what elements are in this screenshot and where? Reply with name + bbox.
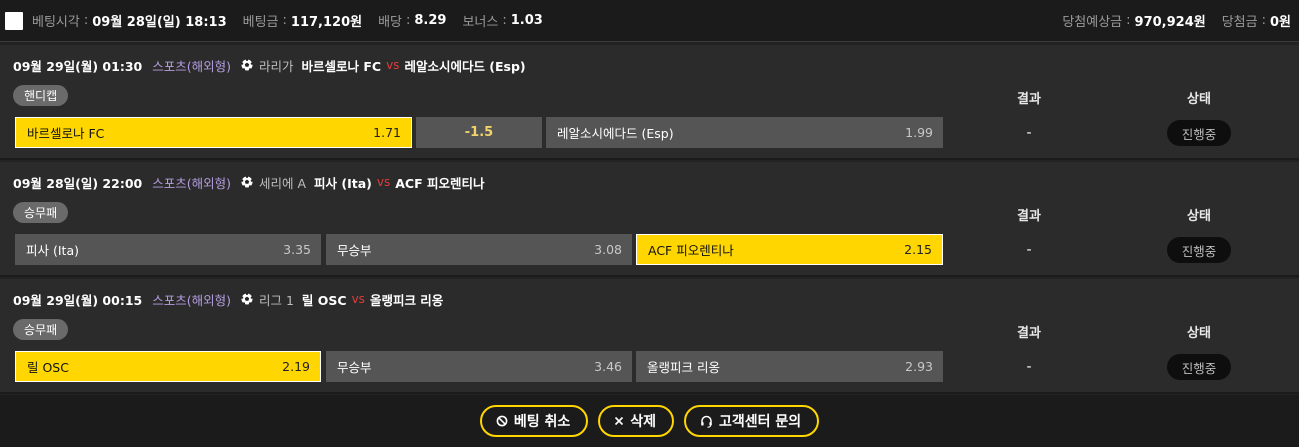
result-value: -	[1026, 125, 1032, 141]
bet-amount: 베팅금 : 117,120원	[242, 13, 363, 30]
odd-option-home[interactable]: 바르셀로나 FC 1.71	[15, 117, 412, 148]
bet-item: 09월 29일(월) 00:15 스포츠(해외형) 리그 1 릴 OSC vs …	[0, 279, 1299, 394]
odd-option-draw[interactable]: 무승부 3.46	[326, 351, 632, 382]
bet-summary-bar: 베팅시각 : 09월 28일(일) 18:13 베팅금 : 117,120원 배…	[0, 0, 1299, 42]
action-footer: 베팅 취소 삭제 고객센터 문의	[0, 395, 1299, 447]
away-team: ACF 피오렌티나	[395, 175, 485, 191]
soccer-ball-icon	[241, 293, 253, 305]
ban-icon	[496, 415, 508, 427]
total-odds: 배당 : 8.29	[378, 13, 447, 30]
win-amount: 당첨금 : 0원	[1221, 13, 1291, 30]
bet-type-badge: 핸디캡	[13, 85, 69, 106]
result-header: 결과	[1017, 326, 1041, 341]
status-header: 상태	[1187, 92, 1211, 107]
odd-option-away[interactable]: 올랭피크 리옹 2.93	[636, 351, 943, 382]
status-header: 상태	[1187, 209, 1211, 224]
soccer-ball-icon	[241, 176, 253, 188]
cancel-bet-button[interactable]: 베팅 취소	[479, 405, 589, 437]
home-team: 바르셀로나 FC	[301, 58, 382, 74]
away-team: 레알소시에다드 (Esp)	[404, 58, 526, 74]
bet-time: 베팅시각 : 09월 28일(일) 18:13	[32, 13, 227, 30]
close-icon	[615, 416, 624, 426]
home-team: 피사 (Ita)	[314, 175, 372, 191]
bet-item: 09월 29일(월) 01:30 스포츠(해외형) 라리가 바르셀로나 FC v…	[0, 45, 1299, 160]
odd-option-away[interactable]: ACF 피오렌티나 2.15	[636, 234, 943, 265]
expected-win: 당첨예상금 : 970,924원	[1062, 13, 1206, 30]
handicap-value: -1.5	[416, 117, 542, 148]
away-team: 올랭피크 리옹	[369, 292, 444, 308]
home-team: 릴 OSC	[301, 292, 347, 308]
bet-type-badge: 승무패	[13, 319, 69, 340]
select-checkbox[interactable]	[5, 11, 23, 30]
bet-item: 09월 28일(일) 22:00 스포츠(해외형) 세리에 A 피사 (Ita)…	[0, 162, 1299, 277]
soccer-ball-icon	[241, 59, 253, 71]
match-info: 09월 28일(일) 22:00 스포츠(해외형) 세리에 A 피사 (Ita)…	[13, 173, 484, 191]
status-badge: 진행중	[1167, 237, 1231, 263]
status-badge: 진행중	[1167, 120, 1231, 146]
bet-type-badge: 승무패	[13, 202, 69, 223]
status-header: 상태	[1187, 326, 1211, 341]
odd-option-home[interactable]: 피사 (Ita) 3.35	[15, 234, 321, 265]
odd-option-away[interactable]: 레알소시에다드 (Esp) 1.99	[546, 117, 943, 148]
status-badge: 진행중	[1167, 354, 1231, 380]
bonus: 보너스 : 1.03	[462, 13, 543, 30]
odd-option-home[interactable]: 릴 OSC 2.19	[15, 351, 321, 382]
odd-option-draw[interactable]: 무승부 3.08	[326, 234, 632, 265]
result-value: -	[1026, 242, 1032, 258]
headset-icon	[701, 415, 712, 428]
delete-button[interactable]: 삭제	[598, 405, 674, 437]
customer-support-button[interactable]: 고객센터 문의	[684, 405, 820, 437]
match-info: 09월 29일(월) 01:30 스포츠(해외형) 라리가 바르셀로나 FC v…	[13, 56, 526, 74]
result-value: -	[1026, 359, 1032, 375]
result-header: 결과	[1017, 92, 1041, 107]
match-info: 09월 29일(월) 00:15 스포츠(해외형) 리그 1 릴 OSC vs …	[13, 290, 443, 308]
result-header: 결과	[1017, 209, 1041, 224]
